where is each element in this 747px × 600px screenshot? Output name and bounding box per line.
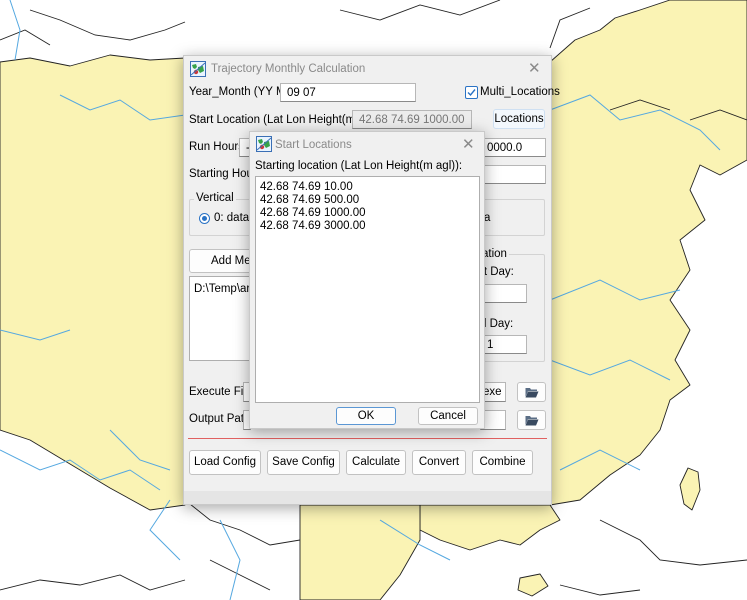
location-item[interactable]: 42.68 74.69 1000.00 — [260, 207, 366, 219]
starting-hours-right-input[interactable] — [480, 165, 546, 184]
dialog-title-bar[interactable]: Start Locations ✕ — [250, 132, 484, 158]
locations-list[interactable]: 42.68 74.69 10.00 42.68 74.69 500.00 42.… — [255, 176, 480, 403]
multi-locations-label: Multi_Locations — [480, 86, 560, 98]
end-day-input[interactable]: 1 — [480, 335, 527, 354]
start-day-input[interactable] — [480, 284, 527, 303]
close-icon[interactable]: ✕ — [528, 61, 541, 76]
location-item[interactable]: 42.68 74.69 500.00 — [260, 194, 359, 206]
folder-open-icon — [525, 388, 539, 398]
locations-button[interactable]: Locations — [493, 109, 545, 129]
convert-button[interactable]: Convert — [412, 450, 466, 475]
calculate-button[interactable]: Calculate — [346, 450, 406, 475]
start-location-input[interactable]: 42.68 74.69 1000.00 — [352, 110, 472, 129]
ok-button[interactable]: OK — [336, 407, 396, 425]
output-browse-button[interactable] — [517, 410, 546, 430]
application-globe-icon — [256, 136, 272, 152]
execute-browse-button[interactable] — [517, 382, 546, 402]
location-item[interactable]: 42.68 74.69 3000.00 — [260, 220, 366, 232]
title-bar[interactable]: Trajectory Monthly Calculation ✕ — [184, 56, 551, 82]
vertical-data-label: 0: data — [214, 212, 250, 224]
location-item[interactable]: 42.68 74.69 10.00 — [260, 181, 353, 193]
year-month-input[interactable]: 09 07 — [280, 83, 416, 102]
application-globe-icon — [190, 61, 206, 77]
close-icon[interactable]: ✕ — [462, 137, 475, 152]
combine-button[interactable]: Combine — [472, 450, 533, 475]
vertical-data-radio[interactable] — [199, 213, 210, 224]
cancel-button[interactable]: Cancel — [418, 407, 478, 425]
status-strip — [184, 491, 551, 504]
separator-line — [188, 438, 547, 439]
window-title: Trajectory Monthly Calculation — [211, 63, 366, 75]
save-config-button[interactable]: Save Config — [267, 450, 340, 475]
model-top-input[interactable]: 0000.0 — [480, 138, 546, 157]
start-locations-dialog: Start Locations ✕ Starting location (Lat… — [249, 131, 485, 429]
starting-location-label: Starting location (Lat Lon Height(m agl)… — [255, 160, 463, 172]
multi-locations-checkbox[interactable] — [465, 86, 478, 99]
load-config-button[interactable]: Load Config — [189, 450, 261, 475]
dialog-title: Start Locations — [275, 139, 352, 151]
start-day-label: rt Day: — [480, 266, 514, 278]
meteo-file-item[interactable]: D:\Temp\arl\ — [194, 283, 256, 295]
folder-open-icon — [525, 416, 539, 426]
vertical-group-label: Vertical — [194, 192, 236, 204]
